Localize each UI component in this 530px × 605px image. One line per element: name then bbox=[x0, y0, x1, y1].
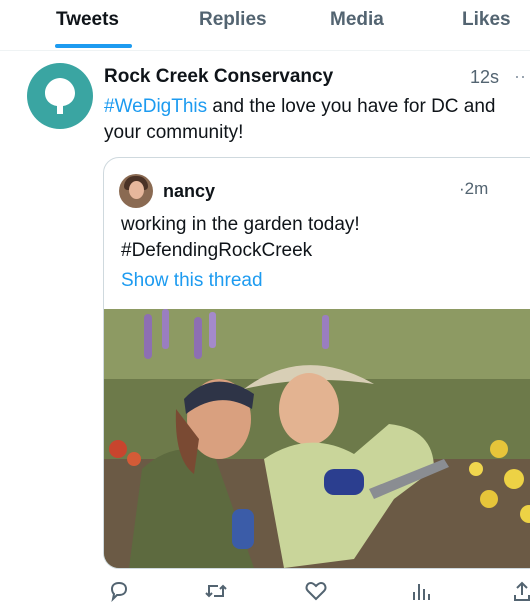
tree-icon bbox=[45, 78, 75, 114]
garden-photo[interactable] bbox=[104, 309, 530, 568]
quoted-avatar[interactable] bbox=[119, 174, 153, 208]
quoted-hashtag[interactable]: #DefendingRockCreek bbox=[121, 238, 521, 264]
hashtag-link[interactable]: #WeDigThis bbox=[104, 96, 207, 117]
quoted-text-line1: working in the garden today! bbox=[121, 214, 360, 235]
tweet-text: #WeDigThis and the love you have for DC … bbox=[104, 94, 530, 146]
tweet-actions bbox=[0, 570, 530, 605]
tweet-time[interactable]: 12s bbox=[470, 67, 499, 88]
quoted-tweet[interactable]: nancy ·2m working in the garden today! #… bbox=[103, 157, 530, 569]
active-tab-indicator bbox=[55, 44, 132, 48]
quoted-author[interactable]: nancy bbox=[163, 181, 215, 202]
profile-tabs: Tweets Replies Media Likes bbox=[0, 0, 530, 51]
avatar[interactable] bbox=[27, 63, 93, 129]
tweet-author[interactable]: Rock Creek Conservancy bbox=[104, 66, 333, 88]
tab-likes[interactable]: Likes bbox=[462, 9, 511, 31]
tab-media[interactable]: Media bbox=[330, 9, 384, 31]
quoted-text: working in the garden today! #DefendingR… bbox=[121, 212, 521, 264]
show-thread-link[interactable]: Show this thread bbox=[121, 270, 263, 292]
reply-icon[interactable] bbox=[108, 580, 130, 602]
share-icon[interactable] bbox=[513, 580, 530, 602]
retweet-icon[interactable] bbox=[204, 580, 228, 602]
views-icon[interactable] bbox=[410, 580, 432, 602]
quoted-time[interactable]: ·2m bbox=[459, 179, 488, 199]
more-icon[interactable]: ·· bbox=[514, 66, 526, 87]
tab-replies[interactable]: Replies bbox=[199, 9, 267, 31]
like-icon[interactable] bbox=[305, 580, 327, 602]
tab-tweets[interactable]: Tweets bbox=[56, 9, 119, 31]
